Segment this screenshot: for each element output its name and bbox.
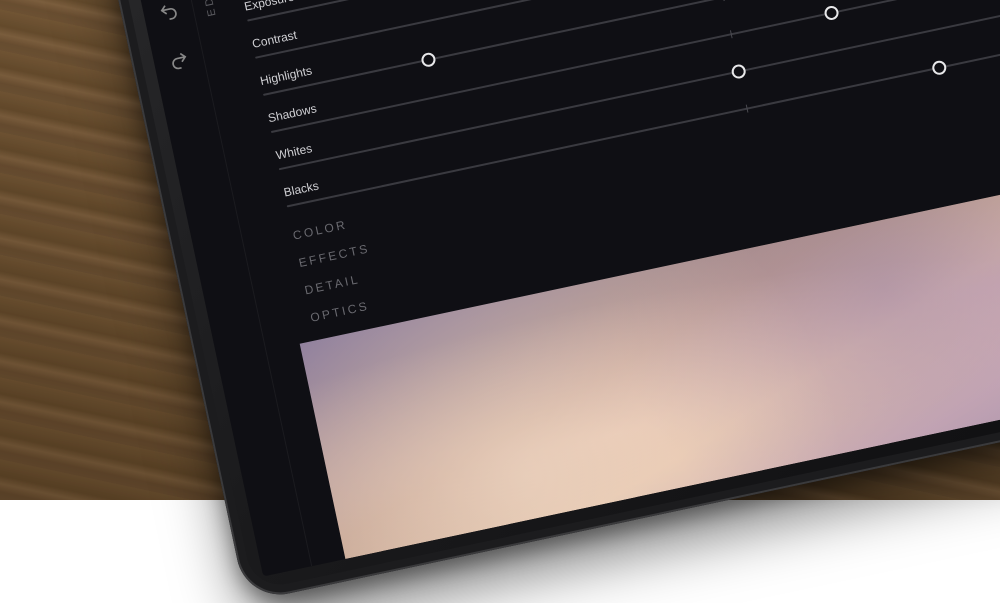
contrast-label: Contrast [251,28,298,51]
undo-icon[interactable] [154,0,182,26]
tablet-device: ••• [80,0,1000,603]
whites-label: Whites [275,141,314,162]
edits-tab-label: EDITS [197,0,219,17]
optics-section-label: OPTICS [309,299,370,325]
blacks-label: Blacks [282,179,319,200]
redo-icon[interactable] [164,47,192,75]
